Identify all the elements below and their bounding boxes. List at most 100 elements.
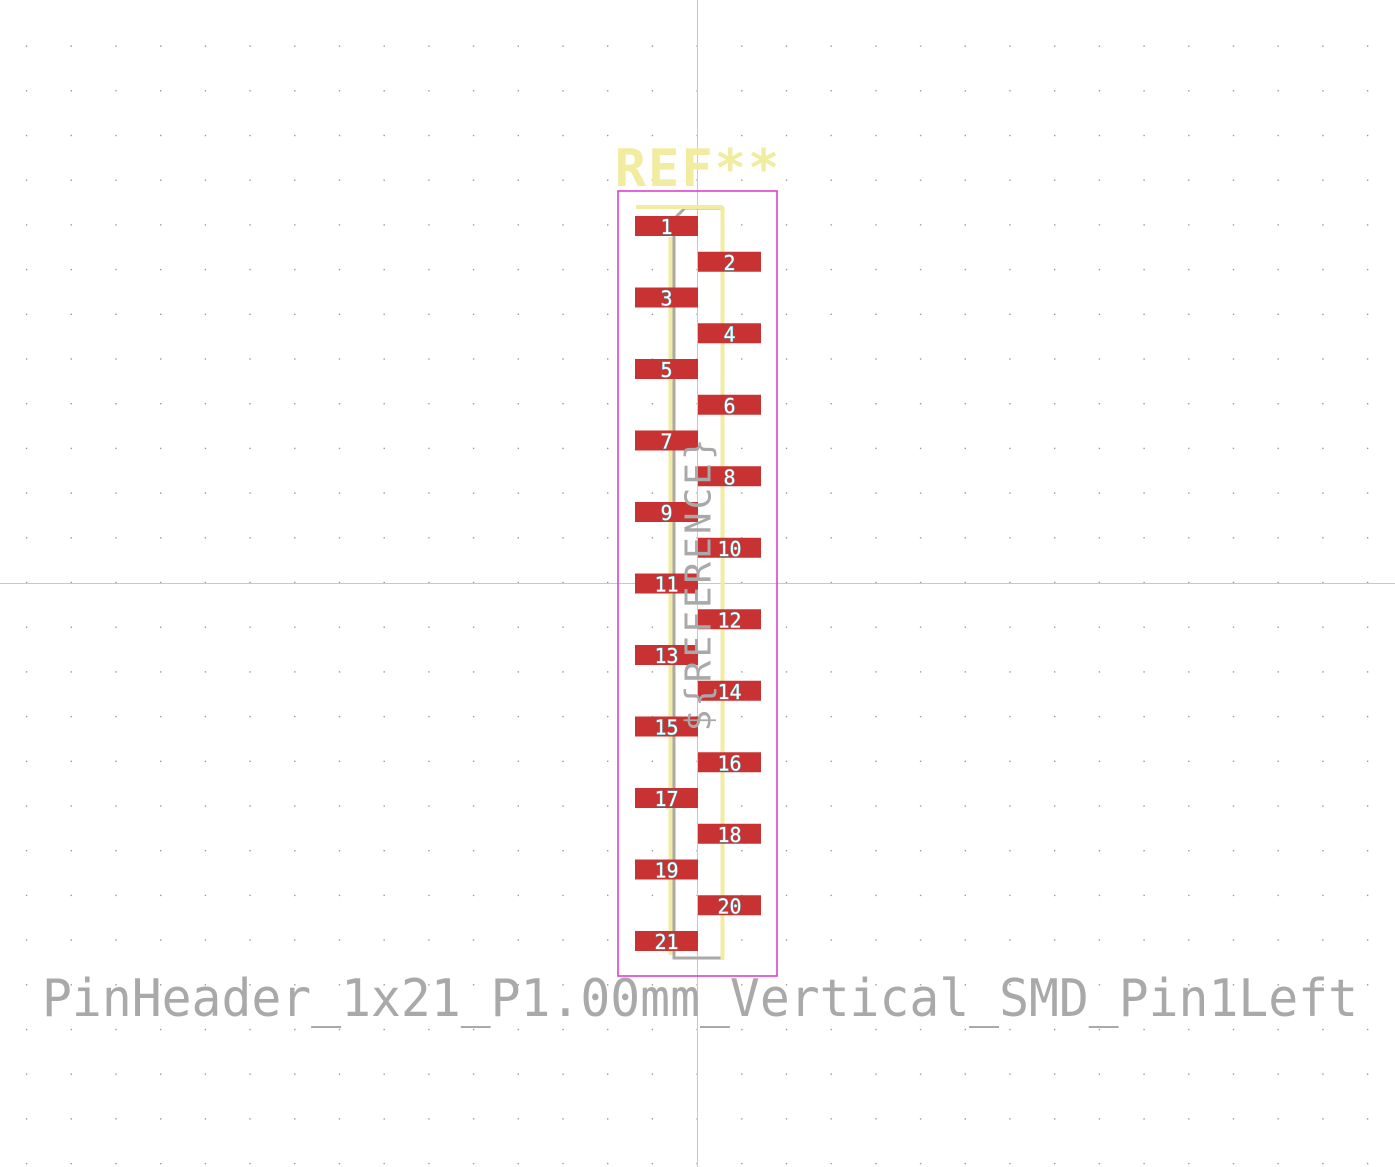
grid-dot (428, 45, 430, 47)
grid-dot (383, 403, 385, 405)
grid-dot (1277, 268, 1279, 271)
grid-dot (651, 45, 654, 47)
grid-dot (1143, 447, 1145, 450)
grid-dot (25, 358, 28, 360)
grid-dot (1009, 179, 1011, 181)
grid-dot (1232, 45, 1235, 47)
grid-dot (607, 403, 609, 405)
grid-dot (115, 403, 117, 405)
fab-reference-text[interactable]: ${REFERENCE} (679, 435, 720, 731)
grid-dot (160, 581, 162, 584)
grid-dot (964, 358, 966, 360)
pad-20[interactable]: 20 (698, 894, 761, 919)
pad-17[interactable]: 17 (635, 787, 698, 811)
grid-dot (785, 894, 788, 897)
grid-dot (517, 224, 519, 226)
grid-dot (964, 581, 966, 584)
grid-dot (294, 537, 296, 539)
pad-6[interactable]: 6 (698, 393, 761, 418)
grid-dot (1188, 492, 1190, 494)
grid-dot (428, 939, 430, 941)
grid-dot (1322, 179, 1324, 181)
grid-dot (160, 492, 162, 494)
grid-dot (562, 581, 564, 584)
grid-dot (294, 90, 296, 92)
grid-dot (472, 134, 475, 137)
grid-dot (1232, 850, 1235, 852)
pad-5[interactable]: 5 (635, 358, 698, 382)
grid-dot (1009, 1028, 1011, 1031)
grid-dot (204, 403, 207, 405)
grid-dot (204, 715, 207, 718)
grid-dot (785, 671, 788, 673)
grid-dot (338, 581, 341, 584)
pad-19[interactable]: 19 (635, 858, 698, 883)
grid-dot (1054, 90, 1056, 92)
grid-dot (741, 715, 743, 718)
grid-dot (607, 134, 609, 137)
grid-dot (517, 1073, 519, 1075)
grid-dot (875, 760, 877, 762)
grid-dot (115, 1028, 117, 1031)
grid-dot (115, 671, 117, 673)
pad-16[interactable]: 16 (698, 751, 761, 776)
grid-dot (1143, 939, 1145, 941)
grid-dot (607, 671, 609, 673)
grid-dot (428, 1073, 430, 1075)
pad-4[interactable]: 4 (698, 322, 761, 347)
grid-dot (1054, 1162, 1056, 1165)
pad-21[interactable]: 21 (635, 930, 698, 954)
grid-dot (25, 581, 28, 584)
grid-dot (1188, 715, 1190, 718)
grid-dot (25, 447, 28, 450)
grid-dot (785, 715, 788, 718)
grid-dot (1054, 224, 1056, 226)
pad-1[interactable]: 1 (635, 215, 698, 239)
grid-dot (562, 1118, 564, 1120)
grid-dot (785, 1118, 788, 1120)
grid-dot (115, 894, 117, 897)
grid-dot (1188, 90, 1190, 92)
grid-dot (294, 715, 296, 718)
footprint-value-text[interactable]: PinHeader_1x21_P1.00mm_Vertical_SMD_Pin1… (42, 969, 1358, 1029)
grid-dot (1366, 581, 1369, 584)
grid-dot (1143, 850, 1145, 852)
grid-dot (830, 850, 832, 852)
reference-designator[interactable]: REF** (615, 139, 782, 199)
grid-dot (830, 1118, 832, 1120)
grid-dot (651, 134, 654, 137)
grid-dot (1143, 1028, 1145, 1031)
pad-3[interactable]: 3 (635, 286, 698, 311)
grid-dot (964, 268, 966, 271)
grid-dot (919, 224, 922, 226)
pad-number-label: 9 (660, 501, 672, 525)
grid-dot (383, 134, 385, 137)
grid-dot (607, 805, 609, 807)
grid-dot (1232, 358, 1235, 360)
grid-dot (1277, 894, 1279, 897)
grid-dot (919, 403, 922, 405)
grid-dot (875, 179, 877, 181)
grid-dot (1277, 760, 1279, 762)
grid-dot (741, 492, 743, 494)
grid-dot (1188, 1162, 1190, 1165)
grid-dot (1143, 492, 1145, 494)
pad-2[interactable]: 2 (698, 250, 761, 275)
footprint-canvas[interactable]: 123456789101112131415161718192021 ${REFE… (0, 0, 1395, 1167)
grid-dot (830, 447, 832, 450)
grid-dot (1188, 447, 1190, 450)
grid-dot (1009, 358, 1011, 360)
grid-dot (160, 90, 162, 92)
grid-dot (562, 45, 564, 47)
grid-dot (383, 313, 385, 315)
grid-dot (1232, 671, 1235, 673)
grid-dot (70, 537, 72, 539)
grid-dot (1232, 805, 1235, 807)
grid-dot (115, 1118, 117, 1120)
pad-18[interactable]: 18 (698, 822, 761, 847)
grid-dot (1322, 1028, 1324, 1031)
grid-dot (472, 805, 475, 807)
grid-dot (383, 939, 385, 941)
grid-dot (1009, 805, 1011, 807)
grid-dot (338, 939, 341, 941)
